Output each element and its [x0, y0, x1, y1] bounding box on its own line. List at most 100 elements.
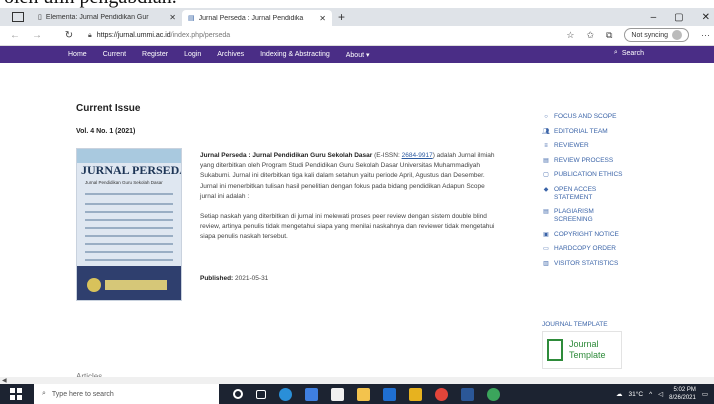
sidebar-item-open-access[interactable]: ◆ OPEN ACCES STATEMENT	[542, 186, 702, 202]
close-icon[interactable]: ✕	[169, 13, 176, 22]
close-window-button[interactable]: ✕	[702, 12, 710, 23]
cortana-icon[interactable]	[233, 389, 243, 399]
search-icon: ⌕	[613, 49, 618, 56]
chrome-alt-icon[interactable]	[487, 387, 500, 401]
tab-elementa[interactable]: ▯ Elementa: Jurnal Pendidikan Gur ✕	[32, 9, 182, 25]
sidebar-item-hardcopy[interactable]: ▭ HARDCOPY ORDER	[542, 245, 702, 253]
mail-icon[interactable]	[305, 387, 318, 401]
journal-name: Jurnal Perseda : Jurnal Pendidikan Guru …	[200, 152, 373, 159]
issue-cover-image[interactable]: JURNAL PERSEDA Jurnal Pendidikan Guru Se…	[76, 148, 182, 301]
document-icon	[547, 339, 563, 361]
close-icon[interactable]: ✕	[319, 14, 326, 23]
clock[interactable]: 5:02 PM 8/26/2021	[669, 386, 696, 402]
journal-template-heading: JOURNAL TEMPLATE	[542, 321, 608, 328]
more-icon[interactable]: ···	[701, 30, 710, 40]
scroll-left-icon[interactable]: ◀	[2, 377, 7, 384]
nav-current[interactable]: Current	[95, 51, 134, 59]
task-view-icon[interactable]	[256, 389, 266, 399]
nav-login[interactable]: Login	[176, 51, 209, 59]
chrome-icon[interactable]	[435, 387, 448, 401]
url-field[interactable]: 🔒︎ https://jurnal.ummi.ac.id/index.php/p…	[88, 32, 538, 40]
issn-link[interactable]: 2684-9917	[402, 152, 433, 159]
temperature[interactable]: 31°C	[629, 391, 644, 398]
tab-perseda[interactable]: ▤ Jurnal Perseda : Jurnal Pendidika ✕	[182, 10, 332, 26]
journal-description: Jurnal Perseda : Jurnal Pendidikan Guru …	[200, 151, 500, 253]
content-area: Current Issue Vol. 4 No. 1 (2021) JURNAL…	[0, 63, 714, 381]
refresh-icon[interactable]: ↻	[62, 30, 76, 41]
windows-start-icon[interactable]	[10, 388, 22, 400]
unlock-icon: ◆	[543, 186, 549, 193]
taskbar-search-placeholder: Type here to search	[51, 390, 114, 398]
issn-prefix: (E-ISSN:	[374, 152, 400, 159]
sidebar-item-label: COPYRIGHT NOTICE	[554, 230, 619, 238]
published-line: Published: 2021-05-31	[200, 275, 268, 282]
search-icon: ⌕	[42, 390, 46, 397]
horizontal-scrollbar[interactable]: ◀	[0, 377, 714, 384]
sidebar-item-copyright[interactable]: ▣ COPYRIGHT NOTICE	[542, 231, 702, 239]
tab-title: Jurnal Perseda : Jurnal Pendidika	[198, 14, 304, 22]
favorites-icon[interactable]: ✩	[586, 30, 594, 41]
template-label-line1: Journal	[569, 339, 599, 349]
sidebar-item-visitor-stats[interactable]: ▥ VISITOR STATISTICS	[542, 260, 702, 268]
forward-icon[interactable]: →	[30, 30, 44, 41]
clock-time: 5:02 PM	[673, 387, 696, 393]
card-icon: ▭	[543, 246, 549, 252]
tray-arrow-icon[interactable]: ^	[649, 391, 652, 398]
word-icon[interactable]	[461, 387, 474, 401]
nav-about[interactable]: About ▾	[338, 51, 378, 59]
file-explorer-icon[interactable]	[357, 387, 370, 401]
sidebar-item-label: REVIEWER	[554, 142, 589, 149]
page-icon: ▯	[38, 14, 42, 21]
sidebar-item-label: REVIEW PROCESS	[554, 156, 614, 164]
published-label: Published:	[200, 275, 234, 282]
review-paragraph: Setiap naskah yang diterbitkan di jurnal…	[200, 213, 495, 241]
file-icon: ▢	[543, 172, 549, 178]
paint-icon[interactable]	[409, 387, 422, 401]
weather-icon[interactable]: ☁	[616, 390, 623, 398]
sidebar-item-reviewer[interactable]: ≡ REVIEWER	[542, 142, 702, 150]
list-icon: ▤	[543, 209, 549, 215]
sidebar-item-label: FOCUS AND SCOPE	[554, 113, 617, 120]
nav-home[interactable]: Home	[60, 51, 95, 59]
profile-sync-button[interactable]: Not syncing	[624, 28, 689, 42]
favorite-star-icon[interactable]: ☆	[566, 30, 574, 41]
list-icon: ▤	[543, 157, 549, 164]
back-icon[interactable]: ←	[8, 30, 22, 41]
nav-register[interactable]: Register	[134, 51, 176, 59]
minimize-button[interactable]: –	[651, 12, 657, 23]
tab-title: Elementa: Jurnal Pendidikan Gur	[45, 13, 149, 21]
tab-actions-icon[interactable]	[12, 12, 24, 22]
sidebar-item-label: PUBLICATION ETHICS	[554, 171, 623, 178]
sidebar-item-review-process[interactable]: ▤ REVIEW PROCESS	[542, 157, 702, 165]
sidebar-item-editorial-team[interactable]: 👥︎ EDITORIAL TEAM	[542, 128, 702, 136]
chart-icon: ▥	[543, 260, 549, 267]
browser-tab-bar: ▯ Elementa: Jurnal Pendidikan Gur ✕ ▤ Ju…	[0, 8, 714, 26]
clock-date: 8/26/2021	[669, 395, 696, 401]
new-tab-button[interactable]: +	[338, 10, 345, 24]
screen: oleh ulih pengabdian. ▯ Elementa: Jurnal…	[0, 0, 714, 404]
store-icon[interactable]	[331, 387, 344, 401]
sidebar-item-label: VISITOR STATISTICS	[554, 259, 619, 267]
lock-icon: 🔒︎	[88, 31, 92, 39]
edge-icon[interactable]	[279, 387, 292, 401]
nav-indexing[interactable]: Indexing & Abstracting	[252, 51, 338, 59]
sidebar-item-focus-scope[interactable]: ○ FOCUS AND SCOPE	[542, 113, 702, 121]
search-label: Search	[621, 49, 644, 57]
office-icon[interactable]	[383, 387, 396, 401]
taskbar-search-input[interactable]: ⌕ Type here to search	[34, 384, 219, 404]
sidebar-menu: ○ FOCUS AND SCOPE 👥︎ EDITORIAL TEAM ≡ REVIE…	[542, 113, 702, 274]
issue-volume-link[interactable]: Vol. 4 No. 1 (2021)	[76, 128, 135, 135]
url-path: /index.php/perseda	[170, 32, 231, 39]
volume-icon[interactable]: ◁	[658, 390, 663, 398]
site-favicon-icon: ▤	[188, 15, 195, 22]
sidebar-item-label: PLAGIARISM SCREENING	[554, 208, 594, 223]
notification-icon[interactable]: ▭	[702, 390, 708, 398]
search-link[interactable]: ⌕ Search	[614, 49, 644, 57]
nav-archives[interactable]: Archives	[209, 51, 252, 59]
sidebar-item-publication-ethics[interactable]: ▢ PUBLICATION ETHICS	[542, 171, 702, 179]
site-navigation: Home Current Register Login Archives Ind…	[0, 46, 714, 63]
sidebar-item-plagiarism[interactable]: ▤ PLAGIARISM SCREENING	[542, 208, 702, 224]
journal-template-button[interactable]: Journal Template	[542, 331, 622, 369]
collections-icon[interactable]: ⧉	[606, 30, 612, 41]
restore-button[interactable]: ▢	[674, 12, 683, 23]
